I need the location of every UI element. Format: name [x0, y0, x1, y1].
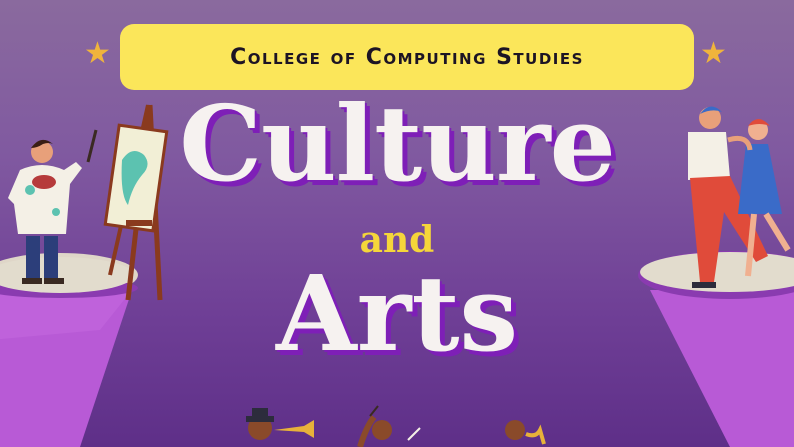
banner-text: College of Computing Studies: [230, 44, 584, 70]
star-icon: ★: [84, 36, 111, 71]
dancing-couple-illustration: [638, 106, 794, 447]
painter-illustration: [0, 104, 169, 447]
poster: ★ ★ College of Computing Studies Culture…: [0, 0, 794, 447]
star-icon: ★: [700, 36, 727, 71]
musicians-illustration: [246, 405, 546, 447]
header-banner: College of Computing Studies: [120, 24, 694, 90]
